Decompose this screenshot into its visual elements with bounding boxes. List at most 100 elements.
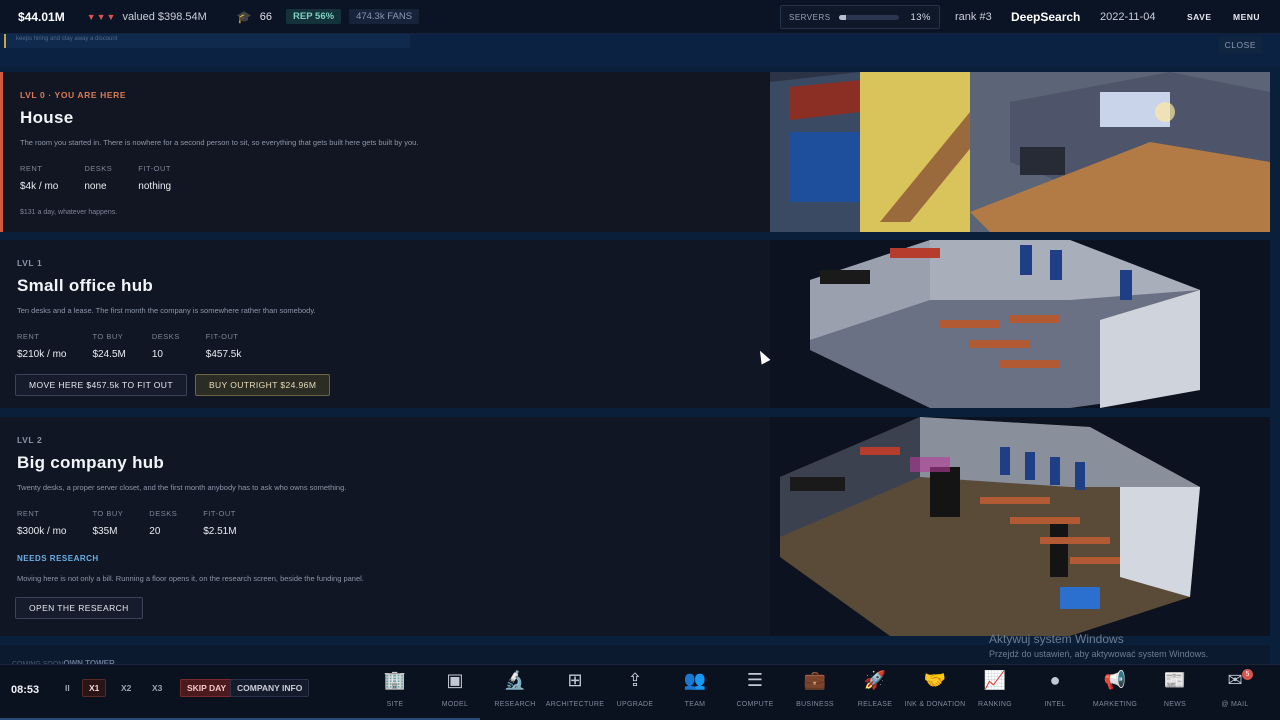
nav-label: MARKETING [1092,701,1138,708]
speed-x2-button[interactable]: X2 [114,679,138,697]
chart-icon: 📈 [983,669,1007,690]
nav-news[interactable]: 📰 NEWS [1145,665,1205,720]
server-icon: ☰ [746,669,764,690]
nav-compute[interactable]: ☰ COMPUTE [725,665,785,720]
valuation: valued $398.54M [122,10,207,23]
skip-day-button[interactable]: SKIP DAY [180,679,234,697]
servers-label: SERVERS [789,12,831,22]
nav-mail[interactable]: ✉ 5 @ MAIL [1205,665,1265,720]
stat-rent: RENT $4k / mo [20,164,58,192]
servers-bar-fill [838,14,847,20]
bottom-bar: 08:53 II X1 X2 X3 SKIP DAY COMPANY INFO … [0,664,1280,720]
needs-research-description: Moving here is not only a bill. Running … [17,574,364,583]
level-card-house: LVL 0 · YOU ARE HERE House The room you … [0,72,1270,232]
level-card-text: LVL 1 Small office hub Ten desks and a l… [15,258,757,396]
nav-label: COMPUTE [736,701,774,708]
level-stats: RENT $4k / mo DESKS none FIT-OUT nothing [20,164,760,192]
rocket-icon: 🚀 [863,669,887,690]
stat-key: DESKS [149,509,178,518]
graduate-count: 66 [259,10,273,23]
nav-label: ARCHITECTURE [545,701,605,708]
level-card-small-office: LVL 1 Small office hub Ten desks and a l… [0,240,1270,408]
nav-model[interactable]: ▣ MODEL [425,665,485,720]
nav-label: RESEARCH [494,701,536,708]
company-info-button[interactable]: COMPANY INFO [230,679,310,697]
section-divider [0,232,1270,240]
rank: rank #3 [955,11,992,23]
stat-to-buy: TO BUY $24.5M [92,332,125,360]
briefcase-icon: 💼 [803,669,827,690]
speed-x3-button[interactable]: X3 [145,679,169,697]
nav-ink-donation[interactable]: 🤝 INK & DONATION [905,665,966,720]
stat-desks: DESKS 10 [152,332,180,360]
top-bar: $44.01M ▼▼▼ valued $398.54M 🎓 66 REP 56%… [0,0,1280,34]
game-date: 2022-11-04 [1100,11,1156,23]
nav-marketing[interactable]: 📢 MARKETING [1085,665,1145,720]
stat-value: $210k / mo [17,349,67,360]
level-description: Ten desks and a lease. The first month t… [17,306,316,315]
stat-key: FIT-OUT [203,509,236,518]
stat-key: FIT-OUT [205,332,239,341]
nav-site[interactable]: 🏢 SITE [365,665,425,720]
nav-research[interactable]: 🔬 RESEARCH [485,665,545,720]
hierarchy-icon: ⊞ [567,669,583,690]
nav-label: INTEL [1044,701,1066,708]
speed-x1-button[interactable]: X1 [82,679,107,697]
stat-value: 10 [151,349,163,360]
menu-button[interactable]: MENU [1226,8,1267,26]
nav-label: RELEASE [857,701,893,708]
level-title: House [20,108,74,127]
trend-down-icon: ▼▼▼ [86,11,117,22]
notice-strip: keeps hiring and stay away a discount CL… [0,34,1280,66]
stat-fitout: FIT-OUT $2.51M [203,509,236,537]
nav-label: RANKING [978,701,1012,708]
level-stats: RENT $300k / mo TO BUY $35M DESKS 20 FIT-OU… [17,509,757,537]
needs-research-label: NEEDS RESEARCH [17,554,99,563]
stat-value: $24.5M [92,349,126,360]
main-nav: 🏢 SITE ▣ MODEL 🔬 RESEARCH ⊞ ARCHITECTURE ⇪ UP… [365,665,1280,720]
stat-key: DESKS [84,164,113,173]
level-stats: RENT $210k / mo TO BUY $24.5M DESKS 10 FIT-… [17,332,757,360]
servers-percent: 13% [910,11,931,23]
watermark-subtitle: Przejdź do ustawień, aby aktywować syste… [989,649,1209,659]
stat-value: none [84,181,107,192]
buy-outright-button[interactable]: BUY OUTRIGHT $24.96M [194,374,331,396]
newspaper-icon: 📰 [1163,669,1187,690]
handshake-icon: 🤝 [923,669,947,690]
level-card-text: LVL 0 · YOU ARE HERE House The room you … [20,90,760,216]
chip-icon: ▣ [446,669,464,690]
stat-key: RENT [20,164,43,173]
nav-label: MODEL [441,701,469,708]
stat-value: $2.51M [203,526,237,537]
nav-business[interactable]: 💼 BUSINESS [785,665,845,720]
upgrade-icon: ⇪ [627,669,643,690]
level-title: Big company hub [17,453,165,472]
house-illustration [770,72,1270,232]
level-tag: LVL 0 · YOU ARE HERE [20,90,127,100]
open-research-button[interactable]: OPEN THE RESEARCH [15,597,143,619]
stat-value: $457.5k [205,349,242,360]
stat-desks: DESKS none [84,164,112,192]
company-name: DeepSearch [1011,10,1081,24]
megaphone-icon: 📢 [1103,669,1127,690]
stat-fitout: FIT-OUT nothing [138,164,171,192]
level-card-big-company: LVL 2 Big company hub Twenty desks, a pr… [0,417,1270,636]
nav-release[interactable]: 🚀 RELEASE [845,665,905,720]
pause-button[interactable]: II [58,679,77,697]
close-button[interactable]: CLOSE [1218,37,1262,53]
save-button[interactable]: SAVE [1180,8,1219,26]
stat-desks: DESKS 20 [149,509,177,537]
nav-upgrade[interactable]: ⇪ UPGRADE [605,665,665,720]
team-icon: 👥 [683,669,707,690]
level-footnote: $131 a day, whatever happens. [20,209,118,216]
graduation-cap-icon: 🎓 [236,9,252,24]
level-description: The room you started in. There is nowher… [20,138,419,147]
nav-architecture[interactable]: ⊞ ARCHITECTURE [545,665,605,720]
big-company-illustration [770,417,1270,636]
cash-balance: $44.01M [18,9,65,24]
level-title: Small office hub [17,276,154,295]
nav-intel[interactable]: ● INTEL [1025,665,1085,720]
nav-ranking[interactable]: 📈 RANKING [965,665,1025,720]
nav-team[interactable]: 👥 TEAM [665,665,725,720]
move-here-button[interactable]: MOVE HERE $457.5k TO FIT OUT [15,374,187,396]
